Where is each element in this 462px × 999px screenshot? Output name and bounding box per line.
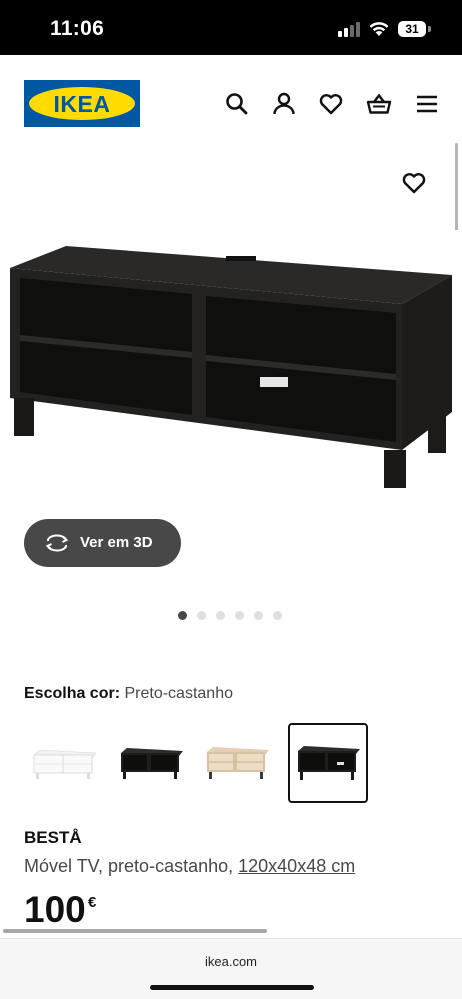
site-header: IKEA	[0, 55, 462, 238]
url-text[interactable]: ikea.com	[0, 954, 462, 969]
product-description: Móvel TV, preto-castanho, 120x40x48 cm	[24, 856, 355, 877]
logo-oval: IKEA	[29, 87, 135, 120]
ikea-logo[interactable]: IKEA	[24, 80, 140, 127]
colour-swatch-black-brown[interactable]	[109, 723, 189, 803]
home-indicator[interactable]	[150, 985, 314, 990]
carousel-dot[interactable]	[197, 611, 206, 620]
battery-indicator: 31	[398, 21, 426, 37]
product-type: Móvel TV, preto-castanho,	[24, 856, 234, 876]
page-scrollbar[interactable]	[455, 143, 458, 238]
user-icon[interactable]	[271, 91, 297, 117]
product-size-link[interactable]: 120x40x48 cm	[238, 856, 355, 876]
colour-selector-heading: Escolha cor: Preto-castanho	[24, 685, 233, 703]
colour-swatch-oak-effect[interactable]	[195, 723, 275, 803]
carousel-dot[interactable]	[254, 611, 263, 620]
status-bar: 11:06 31	[0, 0, 462, 55]
rotate-3d-icon	[45, 534, 69, 552]
carousel-dot[interactable]	[273, 611, 282, 620]
product-name: BESTÅ	[24, 828, 82, 847]
product-price: 100 €	[24, 889, 96, 930]
status-time: 11:06	[50, 17, 105, 40]
carousel-dot[interactable]	[235, 611, 244, 620]
logo-text: IKEA	[53, 91, 111, 117]
colour-swatch-black-brown-selected[interactable]	[288, 723, 368, 803]
cellular-signal-icon	[338, 21, 362, 37]
view-in-3d-button[interactable]: Ver em 3D	[24, 519, 181, 567]
heart-icon[interactable]	[318, 91, 344, 117]
swatch-image	[121, 748, 183, 779]
colour-value: Preto-castanho	[124, 685, 233, 702]
search-icon[interactable]	[224, 91, 250, 117]
menu-icon[interactable]	[414, 91, 440, 117]
colour-label: Escolha cor:	[24, 685, 121, 702]
carousel-dot[interactable]	[178, 611, 187, 620]
battery-tip	[428, 26, 431, 32]
carousel-dot[interactable]	[216, 611, 225, 620]
price-currency: €	[88, 894, 97, 911]
favourite-heart-icon[interactable]	[401, 170, 427, 196]
swatch-image	[207, 747, 269, 779]
view-in-3d-label: Ver em 3D	[80, 534, 153, 551]
swatch-image	[298, 746, 360, 780]
product-image[interactable]	[0, 230, 462, 500]
browser-address-bar[interactable]: ikea.com	[0, 938, 462, 999]
swatch-image	[33, 749, 97, 779]
wifi-icon	[369, 22, 389, 36]
colour-swatch-white[interactable]	[24, 723, 104, 803]
horizontal-scrollbar[interactable]	[3, 929, 267, 933]
shopping-bag-icon[interactable]	[366, 91, 392, 117]
price-amount: 100	[24, 889, 86, 930]
